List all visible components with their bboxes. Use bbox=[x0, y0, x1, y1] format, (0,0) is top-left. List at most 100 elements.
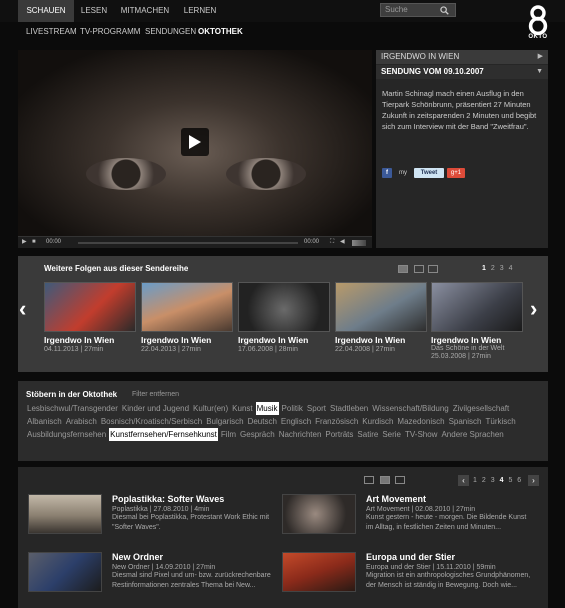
search-input[interactable]: Suche bbox=[380, 3, 456, 17]
episode-thumbnail[interactable] bbox=[238, 282, 330, 332]
page-link[interactable]: 1 bbox=[482, 265, 486, 272]
seek-bar[interactable] bbox=[78, 242, 298, 244]
episode-card[interactable]: Irgendwo In Wien 17.06.2008 | 28min bbox=[238, 282, 330, 353]
tag-link[interactable]: Lesbischwul/Transgender bbox=[26, 402, 119, 415]
tag-link[interactable]: Politik bbox=[281, 402, 304, 415]
tag-link[interactable]: Französisch bbox=[314, 415, 359, 428]
result-thumbnail[interactable] bbox=[282, 552, 356, 592]
prev-page-icon[interactable]: ‹ bbox=[458, 475, 469, 486]
nav-lernen[interactable]: LERNEN bbox=[178, 0, 222, 22]
subnav-tv-programm[interactable]: TV-PROGRAMM bbox=[80, 24, 140, 40]
tag-link[interactable]: Spanisch bbox=[448, 415, 483, 428]
tag-link[interactable]: Albanisch bbox=[26, 415, 63, 428]
tag-link[interactable]: Kunst bbox=[231, 402, 253, 415]
page-link[interactable]: 5 bbox=[508, 477, 512, 484]
episode-card-title[interactable]: Irgendwo In Wien bbox=[335, 335, 427, 345]
page-link-current[interactable]: 4 bbox=[500, 477, 504, 484]
subnav-sendungen[interactable]: SENDUNGEN bbox=[145, 24, 196, 40]
tag-link[interactable]: Englisch bbox=[280, 415, 312, 428]
show-title-bar[interactable]: IRGENDWO IN WIEN ▶ bbox=[376, 50, 548, 64]
page-link[interactable]: 3 bbox=[491, 477, 495, 484]
episode-thumbnail[interactable] bbox=[141, 282, 233, 332]
page-link[interactable]: 2 bbox=[491, 265, 495, 272]
result-item[interactable]: Poplastikka: Softer Waves Poplastikka | … bbox=[28, 494, 278, 542]
page-link[interactable]: 1 bbox=[473, 477, 477, 484]
volume-icon[interactable]: ◀ bbox=[340, 237, 345, 248]
carousel-prev-arrow-icon[interactable]: ‹ bbox=[19, 296, 26, 322]
view-grid-icon[interactable] bbox=[428, 265, 438, 273]
volume-slider[interactable] bbox=[352, 240, 366, 246]
view-list-icon[interactable] bbox=[414, 265, 424, 273]
nav-mitmachen[interactable]: MITMACHEN bbox=[116, 0, 174, 22]
page-link[interactable]: 3 bbox=[500, 265, 504, 272]
tag-link[interactable]: Deutsch bbox=[247, 415, 278, 428]
control-stop-icon[interactable]: ■ bbox=[32, 237, 36, 248]
tag-link[interactable]: Porträts bbox=[324, 428, 354, 441]
facebook-share-button[interactable]: f bbox=[382, 168, 392, 178]
next-page-icon[interactable]: › bbox=[528, 475, 539, 486]
gplus-button[interactable]: g+1 bbox=[447, 168, 465, 178]
control-play-icon[interactable]: ▶ bbox=[22, 237, 27, 248]
video-player[interactable]: ▶ ■ 00:00 00:00 ⛶ ◀ bbox=[18, 50, 372, 248]
tag-link[interactable]: Ausbildungsfernsehen bbox=[26, 428, 107, 441]
tag-link[interactable]: Serie bbox=[381, 428, 402, 441]
result-item[interactable]: Art Movement Art Movement | 02.08.2010 |… bbox=[282, 494, 532, 542]
tweet-button[interactable]: Tweet bbox=[414, 168, 444, 178]
tag-link[interactable]: Kinder und Jugend bbox=[121, 402, 190, 415]
carousel-next-arrow-icon[interactable]: › bbox=[530, 296, 537, 322]
page-link[interactable]: 6 bbox=[517, 477, 521, 484]
tag-link[interactable]: Bulgarisch bbox=[205, 415, 244, 428]
tag-link[interactable]: Kurdisch bbox=[361, 415, 394, 428]
tag-link[interactable]: TV-Show bbox=[404, 428, 438, 441]
result-thumbnail[interactable] bbox=[282, 494, 356, 534]
tag-link[interactable]: Arabisch bbox=[65, 415, 98, 428]
tag-link[interactable]: Stadtleben bbox=[329, 402, 369, 415]
tag-link[interactable]: Nachrichten bbox=[278, 428, 323, 441]
result-item[interactable]: New Ordner New Ordner | 14.09.2010 | 27m… bbox=[28, 552, 278, 600]
subnav-oktothek[interactable]: OKTOTHEK bbox=[198, 24, 243, 40]
video-still[interactable] bbox=[18, 50, 372, 236]
episode-card[interactable]: Irgendwo In Wien 22.04.2013 | 27min bbox=[141, 282, 233, 353]
nav-schauen[interactable]: SCHAUEN bbox=[18, 0, 74, 22]
myspace-share-button[interactable]: my bbox=[396, 168, 410, 178]
tag-link[interactable]: Musik bbox=[255, 402, 279, 415]
tag-link[interactable]: Zivilgesellschaft bbox=[452, 402, 510, 415]
episode-thumbnail[interactable] bbox=[431, 282, 523, 332]
tag-link[interactable]: Mazedonisch bbox=[396, 415, 445, 428]
result-title[interactable]: Art Movement bbox=[366, 494, 532, 504]
view-grid-icon[interactable] bbox=[395, 476, 405, 484]
episode-card-title[interactable]: Irgendwo In Wien bbox=[141, 335, 233, 345]
tag-link[interactable]: Sport bbox=[306, 402, 327, 415]
page-link[interactable]: 2 bbox=[482, 477, 486, 484]
tag-link[interactable]: Wissenschaft/Bildung bbox=[371, 402, 449, 415]
episode-card[interactable]: Irgendwo In Wien 04.11.2013 | 27min bbox=[44, 282, 136, 353]
tag-link[interactable]: Türkisch bbox=[484, 415, 516, 428]
episode-thumbnail[interactable] bbox=[44, 282, 136, 332]
episode-thumbnail[interactable] bbox=[335, 282, 427, 332]
tag-link[interactable]: Kunstfernsehen/Fernsehkunst bbox=[109, 428, 218, 441]
episode-card-title[interactable]: Irgendwo In Wien bbox=[238, 335, 330, 345]
nav-lesen[interactable]: LESEN bbox=[74, 0, 114, 22]
tag-link[interactable]: Andere Sprachen bbox=[440, 428, 504, 441]
remove-filter-link[interactable]: Filter entfernen bbox=[132, 391, 179, 398]
result-title[interactable]: Poplastikka: Softer Waves bbox=[112, 494, 278, 504]
result-thumbnail[interactable] bbox=[28, 552, 102, 592]
carousel-pagination[interactable]: 1 2 3 4 bbox=[482, 265, 512, 272]
play-button[interactable] bbox=[181, 128, 209, 156]
tag-link[interactable]: Gespräch bbox=[239, 428, 276, 441]
subnav-livestream[interactable]: LIVESTREAM bbox=[26, 24, 77, 40]
magnifier-icon[interactable] bbox=[440, 6, 449, 15]
result-title[interactable]: Europa und der Stier bbox=[366, 552, 532, 562]
episode-card-title[interactable]: Irgendwo In Wien bbox=[431, 335, 523, 345]
episode-card-title[interactable]: Irgendwo In Wien bbox=[44, 335, 136, 345]
episode-card[interactable]: Irgendwo In Wien 22.04.2008 | 27min bbox=[335, 282, 427, 353]
episode-title-bar[interactable]: SENDUNG VOM 09.10.2007 ▼ bbox=[376, 65, 548, 79]
result-thumbnail[interactable] bbox=[28, 494, 102, 534]
tag-link[interactable]: Film bbox=[220, 428, 237, 441]
tag-link[interactable]: Kultur(en) bbox=[192, 402, 229, 415]
page-link[interactable]: 4 bbox=[509, 265, 513, 272]
fullscreen-icon[interactable]: ⛶ bbox=[330, 237, 334, 248]
tag-link[interactable]: Bosnisch/Kroatisch/Serbisch bbox=[100, 415, 203, 428]
view-carousel-icon[interactable] bbox=[364, 476, 374, 484]
episode-card[interactable]: Irgendwo In Wien Das Schöne in der Welt … bbox=[431, 282, 523, 360]
